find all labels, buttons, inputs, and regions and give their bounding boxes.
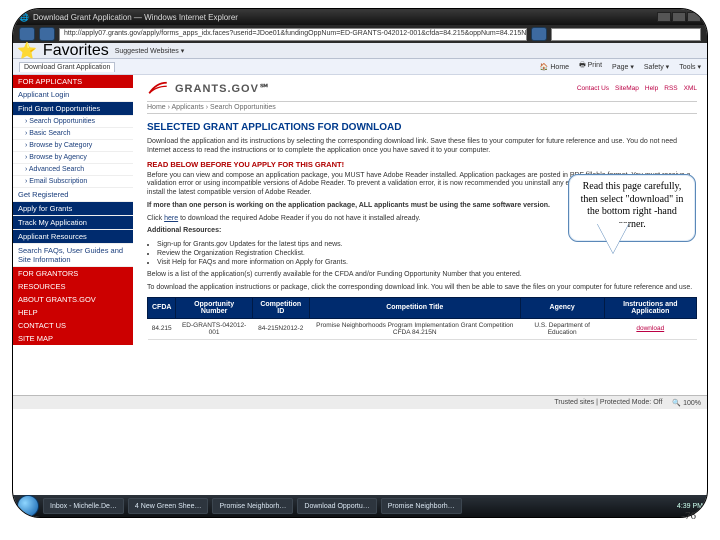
sidebar-item[interactable]: Search FAQs, User Guides and Site Inform… (13, 244, 133, 267)
zoom-level[interactable]: 🔍 100% (672, 399, 701, 407)
sidebar-item[interactable]: › Browse by Agency (13, 152, 133, 164)
adobe-download-link[interactable]: here (164, 215, 178, 222)
sidebar-section-header: HELP (13, 306, 133, 319)
sidebar-item[interactable]: › Advanced Search (13, 164, 133, 176)
link-sitemap[interactable]: SiteMap (615, 85, 639, 92)
task-item[interactable]: Promise Neighborh… (381, 498, 462, 514)
link-help[interactable]: Help (645, 85, 658, 92)
breadcrumb: Home › Applicants › Search Opportunities (147, 101, 697, 114)
sidebar-item[interactable]: Applicant Login (13, 88, 133, 102)
cell-agency: U.S. Department of Education (520, 318, 604, 339)
col-opp: Opportunity Number (176, 297, 252, 318)
sidebar-item[interactable]: › Browse by Category (13, 140, 133, 152)
ie-toolbar: Download Grant Application 🏠 Home 🖶 Prin… (13, 59, 707, 75)
page-title: SELECTED GRANT APPLICATIONS FOR DOWNLOAD (147, 122, 697, 133)
favorites-star-icon[interactable]: ⭐ (17, 41, 37, 61)
task-item[interactable]: Download Opportu… (297, 498, 376, 514)
back-button[interactable] (19, 27, 35, 41)
trusted-sites-label: Trusted sites | Protected Mode: Off (554, 399, 662, 406)
ie-address-bar: http://apply07.grants.gov/apply/forms_ap… (13, 25, 707, 43)
ie-titlebar: 🌐 Download Grant Application — Windows I… (13, 9, 707, 25)
col-cfda: CFDA (148, 297, 176, 318)
col-title: Competition Title (309, 297, 520, 318)
sidebar-item[interactable]: Track My Application (13, 216, 133, 230)
cell-title: Promise Neighborhoods Program Implementa… (309, 318, 520, 339)
tools-menu[interactable]: Tools ▾ (679, 63, 701, 71)
below-text: Below is a list of the application(s) cu… (147, 271, 697, 280)
sidebar-section-header: SITE MAP (13, 332, 133, 345)
sidebar-item[interactable]: Applicant Resources (13, 230, 133, 244)
ie-favorites-bar: ⭐ Favorites Suggested Websites ▾ (13, 43, 707, 59)
sidebar-item[interactable]: Find Grant Opportunities (13, 102, 133, 116)
cell-comp: 84-215N2012-2 (252, 318, 309, 339)
link-rss[interactable]: RSS (664, 85, 677, 92)
warning-heading: READ BELOW BEFORE YOU APPLY FOR THIS GRA… (147, 160, 697, 169)
download-instructions: To download the application instructions… (147, 284, 697, 293)
grants-gov-logo-icon (147, 81, 169, 95)
intro-text: Download the application and its instruc… (147, 138, 697, 156)
close-button[interactable] (687, 12, 701, 22)
minimize-button[interactable] (657, 12, 671, 22)
sidebar-item[interactable]: › Basic Search (13, 128, 133, 140)
sidebar-section-header: FOR GRANTORS (13, 267, 133, 280)
refresh-button[interactable] (531, 27, 547, 41)
instruction-callout: Read this page carefully, then select "d… (568, 174, 696, 242)
home-icon[interactable]: 🏠 Home (540, 63, 569, 71)
slide-number: 76 (685, 510, 696, 522)
sidebar-section-header: RESOURCES (13, 280, 133, 293)
clock: 4:39 PM (677, 503, 703, 510)
suggested-sites[interactable]: Suggested Websites ▾ (115, 47, 185, 55)
applications-table: CFDA Opportunity Number Competition ID C… (147, 297, 697, 340)
col-dl: Instructions and Application (604, 297, 696, 318)
ie-status-bar: Trusted sites | Protected Mode: Off 🔍 10… (13, 395, 707, 409)
task-item[interactable]: Inbox - Michelle.De… (43, 498, 124, 514)
table-row: 84.215 ED-GRANTS-042012-001 84-215N2012-… (148, 318, 697, 339)
maximize-button[interactable] (672, 12, 686, 22)
download-link[interactable]: download (604, 318, 696, 339)
favorites-label: Favorites (43, 42, 109, 60)
start-button[interactable] (17, 495, 39, 517)
page-menu[interactable]: Page ▾ (612, 63, 634, 71)
site-brand: GRANTS.GOV℠ (175, 82, 271, 95)
sidebar-item[interactable]: Get Registered (13, 188, 133, 202)
print-icon[interactable]: 🖶 Print (579, 61, 602, 72)
windows-taskbar: Inbox - Michelle.De… 4 New Green Shee… P… (13, 495, 707, 517)
forward-button[interactable] (39, 27, 55, 41)
system-tray[interactable]: 4:39 PM (677, 503, 703, 510)
sidebar-item[interactable]: Apply for Grants (13, 202, 133, 216)
url-field[interactable]: http://apply07.grants.gov/apply/forms_ap… (59, 28, 527, 41)
window-title: Download Grant Application — Windows Int… (33, 13, 238, 22)
search-field[interactable] (551, 28, 701, 41)
header-links: Contact Us SiteMap Help RSS XML (577, 85, 697, 92)
sidebar-section-header: ABOUT GRANTS.GOV (13, 293, 133, 306)
safety-menu[interactable]: Safety ▾ (644, 63, 669, 71)
link-xml[interactable]: XML (684, 85, 697, 92)
cell-opp: ED-GRANTS-042012-001 (176, 318, 252, 339)
sidebar-section-header: FOR APPLICANTS (13, 75, 133, 88)
link-contact[interactable]: Contact Us (577, 85, 609, 92)
browser-tab[interactable]: Download Grant Application (19, 62, 115, 72)
cell-cfda: 84.215 (148, 318, 176, 339)
sidebar-section-header: CONTACT US (13, 319, 133, 332)
col-agency: Agency (520, 297, 604, 318)
app-icon: 🌐 (19, 13, 29, 22)
task-item[interactable]: 4 New Green Shee… (128, 498, 209, 514)
col-comp: Competition ID (252, 297, 309, 318)
sidebar-item[interactable]: › Search Opportunities (13, 116, 133, 128)
site-header: GRANTS.GOV℠ Contact Us SiteMap Help RSS … (147, 79, 697, 101)
task-item[interactable]: Promise Neighborh… (212, 498, 293, 514)
sidebar-item[interactable]: › Email Subscription (13, 176, 133, 188)
left-sidebar: FOR APPLICANTSApplicant LoginFind Grant … (13, 75, 133, 395)
